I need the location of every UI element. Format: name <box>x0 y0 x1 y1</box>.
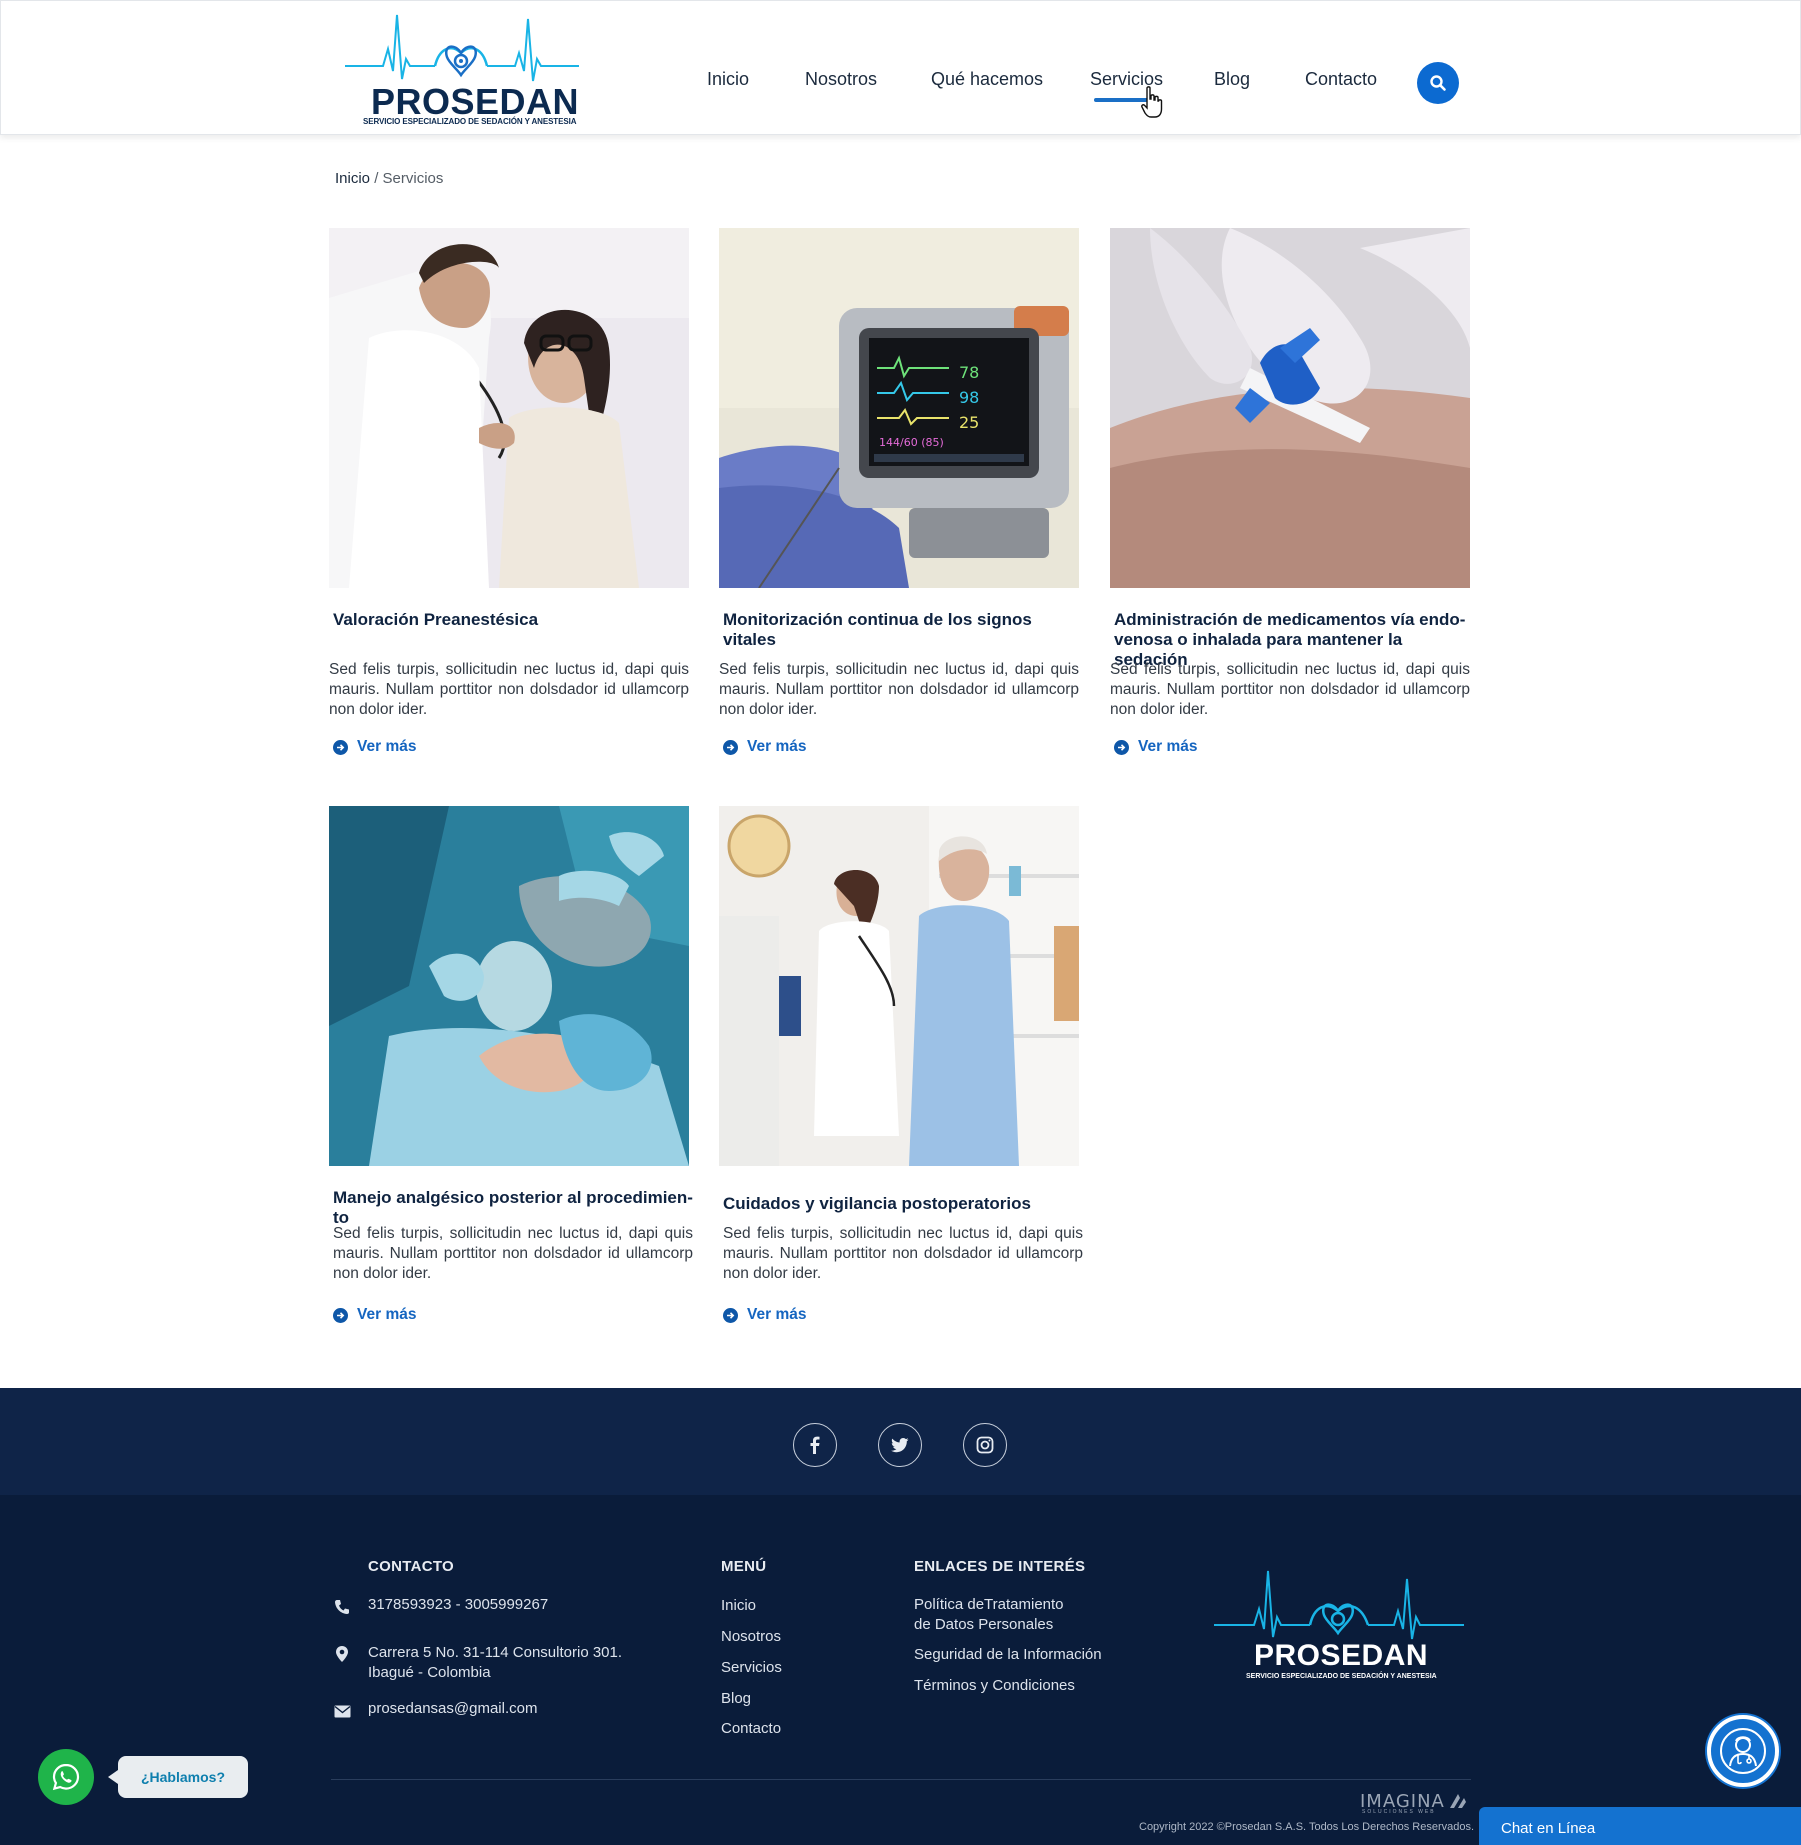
whatsapp-prompt[interactable]: ¿Hablamos? <box>108 1756 248 1798</box>
ver-mas-link[interactable]: Ver más <box>723 738 806 756</box>
service-description: Sed felis turpis, sollicitudin nec luctu… <box>719 661 1079 718</box>
ver-mas-label: Ver más <box>357 1306 417 1323</box>
whatsapp-icon <box>52 1763 80 1791</box>
nav-item-contacto[interactable]: Contacto <box>1305 69 1377 90</box>
arrow-right-circle-icon <box>333 739 348 755</box>
service-image-anesthesia-mask[interactable] <box>329 806 689 1166</box>
nav-item-blog[interactable]: Blog <box>1214 69 1250 90</box>
footer-logo-wordmark: PROSEDAN <box>1254 1639 1429 1672</box>
hand-cursor-icon <box>1141 86 1163 118</box>
imagina-credit-sub: SOLUCIONES WEB <box>1362 1809 1436 1815</box>
footer-address-line1: Carrera 5 No. 31-114 Consultorio 301. <box>368 1644 623 1661</box>
footer-phone[interactable]: 3178593923 - 3005999267 <box>368 1595 548 1615</box>
service-image-iv-catheter[interactable] <box>1110 228 1470 588</box>
live-chat-bar[interactable]: Chat en Línea <box>1479 1807 1801 1845</box>
ver-mas-link[interactable]: Ver más <box>723 1306 806 1324</box>
service-title: Valoración Preanestésica <box>333 610 539 629</box>
service-card: Administración de medicamentos vía endo-… <box>1110 228 1470 768</box>
logo-tagline: SERVICIO ESPECIALIZADO DE SEDACIÓN Y ANE… <box>363 117 577 126</box>
instagram-button[interactable] <box>963 1423 1007 1467</box>
footer-link-privacy-line1[interactable]: Política deTratamiento <box>914 1595 1064 1615</box>
service-description: Sed felis turpis, sollicitudin nec luctu… <box>333 1225 693 1282</box>
service-card: Valoración Preanestésica Sed felis turpi… <box>329 228 689 768</box>
arrow-right-circle-icon <box>723 739 738 755</box>
nav-item-que-hacemos[interactable]: Qué hacemos <box>931 69 1043 90</box>
service-title: Manejo analgésico posterior al procedimi… <box>333 1188 693 1227</box>
footer-link-privacy-line2[interactable]: de Datos Personales <box>914 1615 1053 1635</box>
footer-contact-heading: CONTACTO <box>368 1558 455 1575</box>
breadcrumb-current: Servicios <box>382 170 444 187</box>
breadcrumb-separator: / <box>370 170 383 187</box>
footer-address-line2: Ibagué - Colombia <box>368 1664 491 1681</box>
footer-link-terms[interactable]: Términos y Condiciones <box>914 1676 1075 1696</box>
service-description: Sed felis turpis, sollicitudin nec luctu… <box>329 661 689 718</box>
service-title: Cuidados y vigilancia postoperatorios <box>723 1194 1031 1213</box>
facebook-button[interactable] <box>793 1423 837 1467</box>
service-description: Sed felis turpis, sollicitudin nec luctu… <box>723 1225 1083 1282</box>
service-image-vital-monitor[interactable]: 78 98 25 144/60 (85) <box>719 228 1079 588</box>
footer-email[interactable]: prosedansas@gmail.com <box>368 1699 537 1719</box>
service-card: 78 98 25 144/60 (85) Monitorización cont… <box>719 228 1079 768</box>
doctor-avatar-icon <box>1720 1728 1766 1774</box>
ver-mas-label: Ver más <box>357 738 417 755</box>
copyright-text: Copyright 2022 ©Prosedan S.A.S. Todos Lo… <box>1139 1821 1475 1833</box>
site-footer: CONTACTO 3178593923 - 3005999267 Carrera… <box>0 1495 1801 1845</box>
whatsapp-button[interactable] <box>38 1749 94 1805</box>
active-nav-indicator <box>1094 98 1148 102</box>
twitter-button[interactable] <box>878 1423 922 1467</box>
service-card: Cuidados y vigilancia postoperatorios Se… <box>719 806 1083 1336</box>
ver-mas-link[interactable]: Ver más <box>333 1306 416 1324</box>
footer-menu-blog[interactable]: Blog <box>721 1689 751 1709</box>
phone-icon <box>335 1600 349 1614</box>
chat-agent-avatar[interactable] <box>1707 1715 1779 1787</box>
arrow-right-circle-icon <box>333 1307 348 1323</box>
svg-text:98: 98 <box>959 388 979 407</box>
envelope-icon <box>334 1705 351 1718</box>
social-bar <box>0 1388 1801 1495</box>
footer-links-heading: ENLACES DE INTERÉS <box>914 1558 1086 1575</box>
footer-menu-inicio[interactable]: Inicio <box>721 1596 756 1616</box>
svg-text:78: 78 <box>959 363 979 382</box>
nav-item-inicio[interactable]: Inicio <box>707 69 749 90</box>
footer-divider <box>331 1779 1471 1780</box>
ver-mas-label: Ver más <box>747 738 807 755</box>
breadcrumb: Inicio / Servicios <box>335 170 443 187</box>
imagina-mark-icon <box>1450 1794 1466 1808</box>
service-title: Monitorización continua de los signos vi… <box>723 610 1032 649</box>
service-description: Sed felis turpis, sollicitudin nec luctu… <box>1110 661 1470 718</box>
footer-menu-servicios[interactable]: Servicios <box>721 1658 782 1678</box>
heartbeat-logo-graphic <box>1214 1570 1464 1640</box>
footer-menu-nosotros[interactable]: Nosotros <box>721 1627 781 1647</box>
ver-mas-label: Ver más <box>747 1306 807 1323</box>
search-icon <box>1430 75 1446 91</box>
nav-item-nosotros[interactable]: Nosotros <box>805 69 877 90</box>
twitter-icon <box>890 1438 909 1453</box>
ver-mas-link[interactable]: Ver más <box>1114 738 1197 756</box>
service-card: Manejo analgésico posterior al procedimi… <box>329 806 693 1336</box>
footer-logo-tagline: SERVICIO ESPECIALIZADO DE SEDACIÓN Y ANE… <box>1246 1673 1437 1680</box>
ver-mas-label: Ver más <box>1138 738 1198 755</box>
footer-menu-contacto[interactable]: Contacto <box>721 1719 781 1739</box>
svg-text:144/60 (85): 144/60 (85) <box>879 436 944 449</box>
facebook-icon <box>810 1436 820 1454</box>
footer-menu-heading: MENÚ <box>721 1558 767 1575</box>
arrow-right-circle-icon <box>1114 739 1129 755</box>
arrow-right-circle-icon <box>723 1307 738 1323</box>
location-pin-icon <box>336 1646 348 1662</box>
ver-mas-link[interactable]: Ver más <box>333 738 416 756</box>
prosedan-logo[interactable]: PROSEDAN SERVICIO ESPECIALIZADO DE SEDAC… <box>343 9 583 129</box>
service-image-doctor-patient[interactable] <box>329 228 689 588</box>
breadcrumb-home[interactable]: Inicio <box>335 170 370 187</box>
search-button[interactable] <box>1417 62 1459 104</box>
instagram-icon <box>976 1436 994 1454</box>
svg-text:25: 25 <box>959 413 979 432</box>
footer-logo[interactable]: PROSEDAN SERVICIO ESPECIALIZADO DE SEDAC… <box>1212 1567 1466 1687</box>
footer-link-security[interactable]: Seguridad de la Información <box>914 1645 1102 1665</box>
site-header: PROSEDAN SERVICIO ESPECIALIZADO DE SEDAC… <box>0 0 1801 135</box>
service-image-postop-care[interactable] <box>719 806 1079 1166</box>
